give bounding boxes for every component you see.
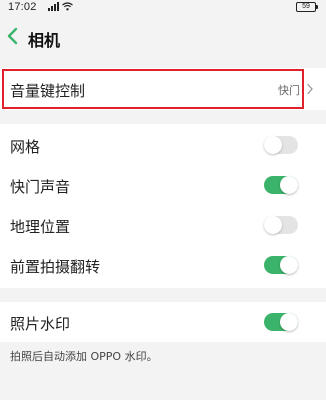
setting-label: 快门声音 <box>10 178 71 196</box>
volume-key-card: 音量键控制 快门 <box>0 68 326 110</box>
setting-row-location[interactable]: 地理位置 <box>0 206 326 244</box>
toggle-knob <box>264 216 282 234</box>
setting-row-shutter-sound[interactable]: 快门声音 <box>0 166 326 204</box>
setting-label: 照片水印 <box>10 315 71 333</box>
setting-label: 地理位置 <box>10 218 71 236</box>
setting-label: 前置拍摄翻转 <box>10 258 101 276</box>
setting-row-front-mirror[interactable]: 前置拍摄翻转 <box>0 246 326 284</box>
header: 相机 <box>0 18 326 56</box>
location-toggle[interactable] <box>264 216 298 234</box>
front-mirror-toggle[interactable] <box>264 256 298 274</box>
setting-label: 音量键控制 <box>10 82 86 100</box>
watermark-card: 照片水印 <box>0 302 326 342</box>
watermark-toggle[interactable] <box>264 313 298 331</box>
setting-row-watermark[interactable]: 照片水印 <box>0 303 326 341</box>
setting-value: 快门 <box>278 84 300 97</box>
battery-icon: 59 <box>296 2 318 12</box>
grid-toggle[interactable] <box>264 136 298 154</box>
toggle-knob <box>280 313 298 331</box>
toggle-knob <box>280 256 298 274</box>
toggle-knob <box>280 176 298 194</box>
setting-label: 网格 <box>10 138 41 156</box>
chevron-right-icon <box>307 83 313 95</box>
setting-row-grid[interactable]: 网格 <box>0 126 326 164</box>
shutter-sound-toggle[interactable] <box>264 176 298 194</box>
toggle-knob <box>264 136 282 154</box>
settings-card: 网格 快门声音 地理位置 前置拍摄翻转 <box>0 124 326 288</box>
signal-icon <box>48 2 59 11</box>
watermark-note: 拍照后自动添加 OPPO 水印。 <box>10 350 158 363</box>
setting-row-volume-key[interactable]: 音量键控制 快门 <box>0 70 326 108</box>
status-time: 17:02 <box>8 1 37 13</box>
status-bar: 17:02 59 <box>0 0 326 16</box>
page-title: 相机 <box>28 31 61 50</box>
chevron-left-icon[interactable] <box>4 25 22 47</box>
wifi-icon <box>62 2 73 11</box>
status-icons <box>48 2 73 11</box>
